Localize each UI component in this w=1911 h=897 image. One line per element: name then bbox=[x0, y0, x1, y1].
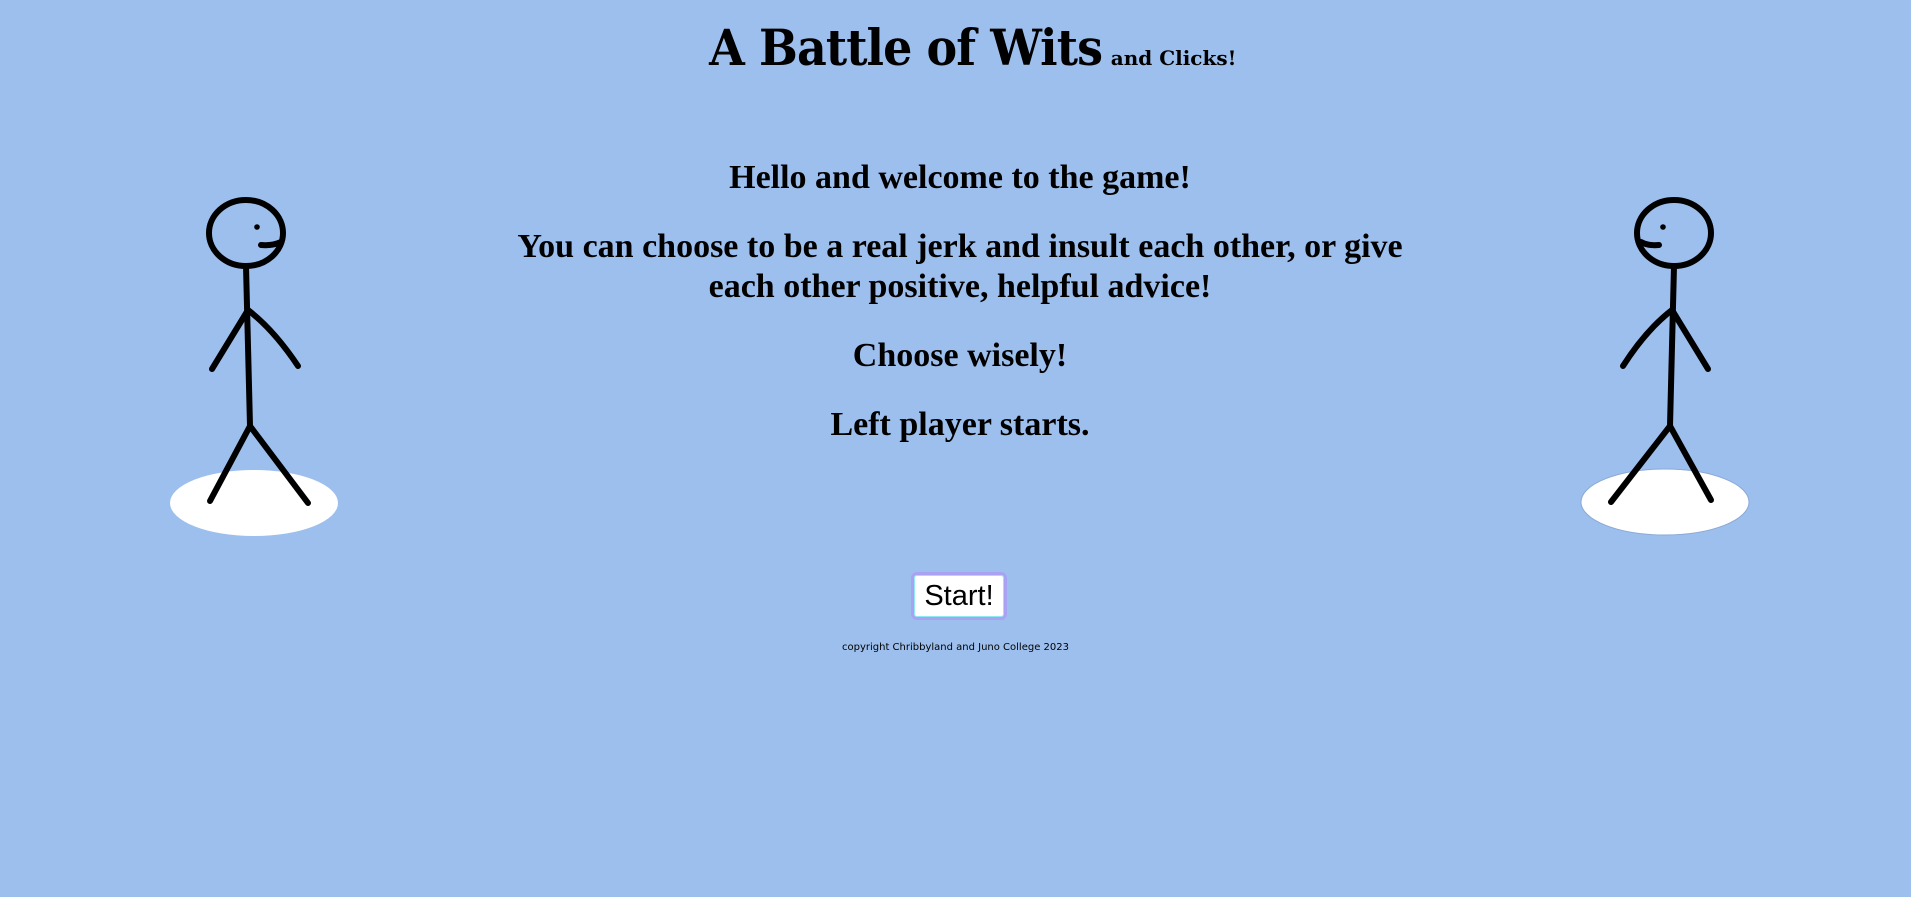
choice-message: You can choose to be a real jerk and ins… bbox=[517, 228, 1403, 305]
intro-section: Hello and welcome to the game! You can c… bbox=[495, 158, 1425, 474]
game-header: A Battle of Wits and Clicks! bbox=[0, 18, 1911, 77]
page-title: A Battle of Wits bbox=[708, 18, 1103, 77]
right-player bbox=[1578, 190, 1758, 550]
turn-message: Left player starts. bbox=[830, 406, 1090, 443]
left-player bbox=[164, 190, 344, 550]
stick-figure-icon bbox=[1580, 197, 1750, 536]
stick-figure-icon bbox=[170, 197, 338, 536]
copyright-footer: copyright Chribbyland and Juno College 2… bbox=[841, 642, 1069, 653]
start-button[interactable]: Start! bbox=[911, 572, 1007, 620]
right-player-platform bbox=[1580, 468, 1750, 536]
advice-message: Choose wisely! bbox=[852, 337, 1068, 374]
page-subtitle: and Clicks! bbox=[1110, 46, 1237, 70]
left-player-platform bbox=[170, 470, 338, 536]
welcome-message: Hello and welcome to the game! bbox=[729, 159, 1191, 196]
